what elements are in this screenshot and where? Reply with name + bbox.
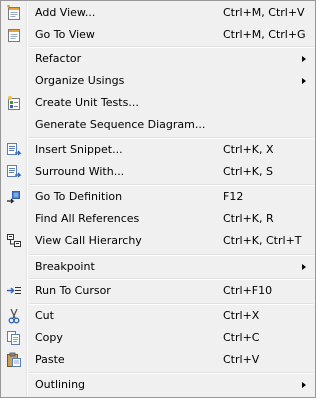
- menu-item-label: Go To Definition: [35, 190, 123, 203]
- menu-item-label: Surround With...: [35, 165, 125, 178]
- menu-item-go-to-view[interactable]: Go To View Ctrl+M, Ctrl+G: [2, 24, 314, 46]
- menu-item-label: View Call Hierarchy: [35, 234, 142, 247]
- paste-icon: [6, 352, 22, 368]
- menu-item-shortcut: Ctrl+X: [223, 309, 260, 322]
- surround-with-icon: [6, 164, 22, 180]
- menu-item-label: Copy: [35, 331, 63, 344]
- menu-item-run-to-cursor[interactable]: Run To Cursor Ctrl+F10: [2, 280, 314, 302]
- menu-item-generate-sequence-diagram[interactable]: Generate Sequence Diagram...: [2, 114, 314, 136]
- menu-item-organize-usings[interactable]: Organize Usings: [2, 70, 314, 92]
- menu-item-label: Run To Cursor: [35, 284, 111, 297]
- menu-item-label: Find All References: [35, 212, 140, 225]
- menu-item-cut[interactable]: Cut Ctrl+X: [2, 305, 314, 327]
- menu-item-label: Go To View: [35, 28, 95, 41]
- menu-item-outlining[interactable]: Outlining: [2, 374, 314, 396]
- go-to-definition-icon: [6, 189, 22, 205]
- menu-item-label: Add View...: [35, 6, 96, 19]
- menu-item-shortcut: Ctrl+C: [223, 331, 260, 344]
- insert-snippet-icon: [6, 142, 22, 158]
- menu-item-view-call-hierarchy[interactable]: View Call Hierarchy Ctrl+K, Ctrl+T: [2, 230, 314, 252]
- submenu-arrow-icon: [302, 56, 306, 62]
- menu-item-label: Insert Snippet...: [35, 143, 123, 156]
- menu-item-shortcut: Ctrl+V: [223, 353, 260, 366]
- menu-item-label: Cut: [35, 309, 54, 322]
- menu-item-paste[interactable]: Paste Ctrl+V: [2, 349, 314, 371]
- call-hierarchy-icon: [6, 233, 22, 249]
- menu-item-shortcut: F12: [223, 190, 244, 203]
- menu-item-refactor[interactable]: Refactor: [2, 48, 314, 70]
- menu-item-label: Organize Usings: [35, 74, 125, 87]
- menu-item-label: Create Unit Tests...: [35, 96, 139, 109]
- menu-item-breakpoint[interactable]: Breakpoint: [2, 256, 314, 278]
- menu-item-shortcut: Ctrl+F10: [223, 284, 273, 297]
- context-menu: Add View... Ctrl+M, Ctrl+V Go To View Ct…: [0, 0, 316, 398]
- add-view-icon: [6, 5, 22, 21]
- menu-item-go-to-definition[interactable]: Go To Definition F12: [2, 186, 314, 208]
- menu-item-label: Breakpoint: [35, 260, 95, 273]
- copy-icon: [6, 330, 22, 346]
- scissors-icon: [6, 308, 22, 324]
- menu-item-insert-snippet[interactable]: Insert Snippet... Ctrl+K, X: [2, 139, 314, 161]
- menu-item-surround-with[interactable]: Surround With... Ctrl+K, S: [2, 161, 314, 183]
- menu-item-label: Generate Sequence Diagram...: [35, 118, 206, 131]
- menu-item-copy[interactable]: Copy Ctrl+C: [2, 327, 314, 349]
- run-to-cursor-icon: [6, 283, 22, 299]
- go-to-view-icon: [6, 27, 22, 43]
- menu-item-add-view[interactable]: Add View... Ctrl+M, Ctrl+V: [2, 2, 314, 24]
- menu-item-label: Refactor: [35, 52, 82, 65]
- menu-item-shortcut: Ctrl+K, S: [223, 165, 273, 178]
- menu-item-shortcut: Ctrl+M, Ctrl+G: [223, 28, 306, 41]
- menu-item-create-unit-tests[interactable]: Create Unit Tests...: [2, 92, 314, 114]
- menu-item-shortcut: Ctrl+M, Ctrl+V: [223, 6, 305, 19]
- menu-item-shortcut: Ctrl+K, R: [223, 212, 274, 225]
- menu-item-find-all-references[interactable]: Find All References Ctrl+K, R: [2, 208, 314, 230]
- menu-item-label: Outlining: [35, 378, 86, 391]
- submenu-arrow-icon: [302, 78, 306, 84]
- submenu-arrow-icon: [302, 382, 306, 388]
- unit-test-icon: [6, 95, 22, 111]
- menu-item-shortcut: Ctrl+K, X: [223, 143, 274, 156]
- submenu-arrow-icon: [302, 264, 306, 270]
- menu-item-label: Paste: [35, 353, 65, 366]
- menu-item-shortcut: Ctrl+K, Ctrl+T: [223, 234, 302, 247]
